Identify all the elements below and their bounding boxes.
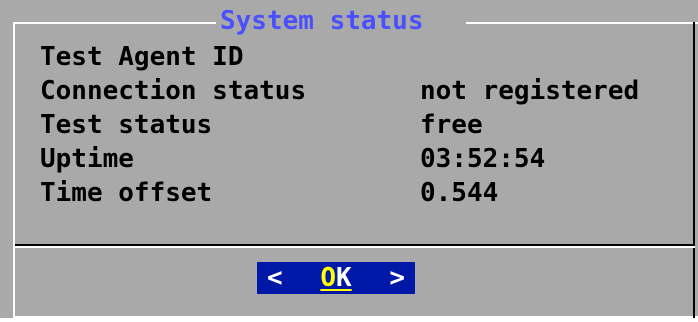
status-row-test-status: Test status free: [40, 108, 680, 142]
ok-label-rest: K: [336, 263, 352, 293]
status-label: Connection status: [40, 76, 307, 106]
left-bracket: <: [267, 263, 283, 293]
dialog-title: System status: [220, 6, 424, 36]
ok-hotkey: O: [320, 263, 336, 293]
status-value: not registered: [420, 76, 640, 106]
frame-bottom: [13, 316, 698, 318]
status-label: Time offset: [40, 178, 213, 208]
frame-top-right: [466, 22, 698, 24]
right-bracket: >: [389, 263, 405, 293]
status-value: free: [420, 110, 483, 140]
status-value: 03:52:54: [420, 144, 546, 174]
status-label: Test status: [40, 110, 213, 140]
status-value: 0.544: [420, 178, 499, 208]
frame-top-left: [13, 22, 216, 24]
status-row-uptime: Uptime 03:52:54: [40, 142, 680, 176]
button-divider-highlight: [15, 246, 695, 248]
ok-button[interactable]: < OK >: [257, 262, 415, 294]
status-list: Test Agent ID Connection status not regi…: [40, 40, 680, 210]
status-value: [420, 40, 680, 74]
status-row-agent-id: Test Agent ID: [40, 40, 680, 74]
status-label: Uptime: [40, 144, 134, 174]
status-row-connection: Connection status not registered: [40, 74, 680, 108]
frame-left: [13, 22, 15, 318]
status-label: Test Agent ID: [40, 42, 244, 72]
status-row-time-offset: Time offset 0.544: [40, 176, 680, 210]
ok-button-label: OK: [320, 262, 351, 294]
frame-right: [693, 22, 695, 318]
system-status-dialog: System status Test Agent ID Connection s…: [0, 0, 698, 318]
